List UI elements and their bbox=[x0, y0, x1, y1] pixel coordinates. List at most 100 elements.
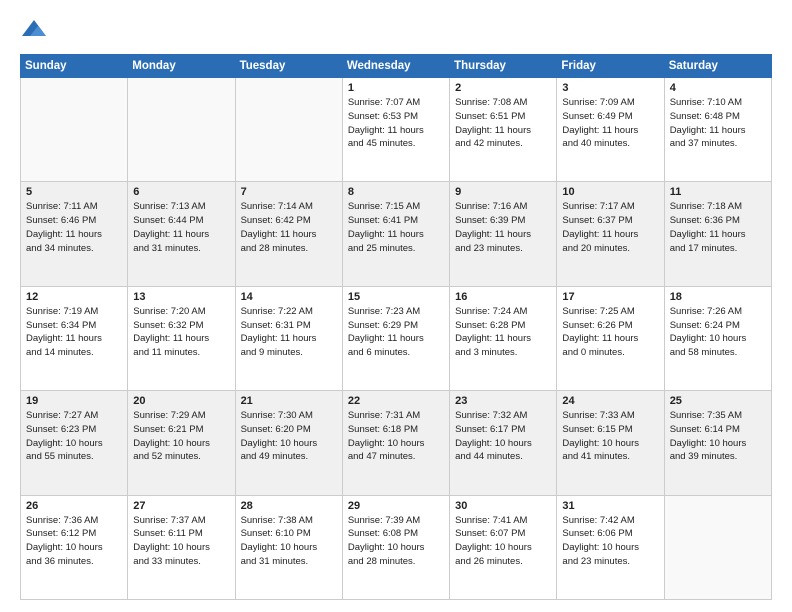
day-info: Sunrise: 7:13 AMSunset: 6:44 PMDaylight:… bbox=[133, 200, 229, 255]
calendar-day-header: Tuesday bbox=[235, 55, 342, 78]
day-info: Sunrise: 7:14 AMSunset: 6:42 PMDaylight:… bbox=[241, 200, 337, 255]
day-number: 23 bbox=[455, 395, 551, 407]
day-number: 20 bbox=[133, 395, 229, 407]
calendar-day-cell: 8Sunrise: 7:15 AMSunset: 6:41 PMDaylight… bbox=[342, 182, 449, 286]
day-number: 3 bbox=[562, 82, 658, 94]
day-number: 7 bbox=[241, 186, 337, 198]
day-number: 28 bbox=[241, 500, 337, 512]
calendar-day-header: Friday bbox=[557, 55, 664, 78]
calendar-day-cell: 10 Sunrise: 7:17 AMSunset: 6:37 PMDayligh… bbox=[557, 182, 664, 286]
calendar-day-cell: 9 Sunrise: 7:16 AMSunset: 6:39 PMDaylight… bbox=[450, 182, 557, 286]
calendar-day-cell: 4 Sunrise: 7:10 AMSunset: 6:48 PMDaylight… bbox=[664, 78, 771, 182]
day-number: 1 bbox=[348, 82, 444, 94]
calendar-day-cell: 7 Sunrise: 7:14 AMSunset: 6:42 PMDaylight… bbox=[235, 182, 342, 286]
calendar-day-cell bbox=[664, 495, 771, 599]
day-number: 29 bbox=[348, 500, 444, 512]
calendar-day-cell: 25Sunrise: 7:35 AMSunset: 6:14 PMDayligh… bbox=[664, 391, 771, 495]
day-number: 8 bbox=[348, 186, 444, 198]
day-info: Sunrise: 7:20 AMSunset: 6:32 PMDaylight:… bbox=[133, 305, 229, 360]
day-info: Sunrise: 7:17 AMSunset: 6:37 PMDaylight:… bbox=[562, 200, 658, 255]
calendar-day-cell: 24 Sunrise: 7:33 AMSunset: 6:15 PMDayligh… bbox=[557, 391, 664, 495]
calendar-day-header: Wednesday bbox=[342, 55, 449, 78]
day-number: 9 bbox=[455, 186, 551, 198]
calendar-day-cell: 29 Sunrise: 7:39 AMSunset: 6:08 PMDayligh… bbox=[342, 495, 449, 599]
calendar-week-row: 5 Sunrise: 7:11 AMSunset: 6:46 PMDaylight… bbox=[21, 182, 772, 286]
day-info: Sunrise: 7:24 AMSunset: 6:28 PMDaylight:… bbox=[455, 305, 551, 360]
calendar-table: SundayMondayTuesdayWednesdayThursdayFrid… bbox=[20, 54, 772, 600]
day-number: 17 bbox=[562, 291, 658, 303]
day-number: 30 bbox=[455, 500, 551, 512]
calendar-day-cell: 3 Sunrise: 7:09 AMSunset: 6:49 PMDaylight… bbox=[557, 78, 664, 182]
day-number: 19 bbox=[26, 395, 122, 407]
day-number: 31 bbox=[562, 500, 658, 512]
calendar-day-cell: 26 Sunrise: 7:36 AMSunset: 6:12 PMDayligh… bbox=[21, 495, 128, 599]
day-number: 4 bbox=[670, 82, 766, 94]
day-number: 22 bbox=[348, 395, 444, 407]
calendar-week-row: 12 Sunrise: 7:19 AMSunset: 6:34 PMDayligh… bbox=[21, 286, 772, 390]
calendar-day-cell: 23 Sunrise: 7:32 AMSunset: 6:17 PMDayligh… bbox=[450, 391, 557, 495]
day-number: 13 bbox=[133, 291, 229, 303]
calendar-day-cell: 14Sunrise: 7:22 AMSunset: 6:31 PMDayligh… bbox=[235, 286, 342, 390]
day-info: Sunrise: 7:08 AMSunset: 6:51 PMDaylight:… bbox=[455, 96, 551, 151]
calendar-day-header: Saturday bbox=[664, 55, 771, 78]
calendar-day-cell: 27Sunrise: 7:37 AMSunset: 6:11 PMDayligh… bbox=[128, 495, 235, 599]
calendar-day-cell: 31 Sunrise: 7:42 AMSunset: 6:06 PMDayligh… bbox=[557, 495, 664, 599]
calendar-week-row: 1 Sunrise: 7:07 AMSunset: 6:53 PMDaylight… bbox=[21, 78, 772, 182]
calendar-day-cell: 18 Sunrise: 7:26 AMSunset: 6:24 PMDayligh… bbox=[664, 286, 771, 390]
calendar-day-cell: 21Sunrise: 7:30 AMSunset: 6:20 PMDayligh… bbox=[235, 391, 342, 495]
day-number: 5 bbox=[26, 186, 122, 198]
calendar-day-cell bbox=[21, 78, 128, 182]
calendar-week-row: 26 Sunrise: 7:36 AMSunset: 6:12 PMDayligh… bbox=[21, 495, 772, 599]
day-number: 27 bbox=[133, 500, 229, 512]
day-info: Sunrise: 7:42 AMSunset: 6:06 PMDaylight:… bbox=[562, 514, 658, 569]
day-info: Sunrise: 7:16 AMSunset: 6:39 PMDaylight:… bbox=[455, 200, 551, 255]
day-info: Sunrise: 7:26 AMSunset: 6:24 PMDaylight:… bbox=[670, 305, 766, 360]
day-info: Sunrise: 7:23 AMSunset: 6:29 PMDaylight:… bbox=[348, 305, 444, 360]
day-info: Sunrise: 7:31 AMSunset: 6:18 PMDaylight:… bbox=[348, 409, 444, 464]
calendar-day-cell bbox=[128, 78, 235, 182]
day-number: 21 bbox=[241, 395, 337, 407]
day-info: Sunrise: 7:35 AMSunset: 6:14 PMDaylight:… bbox=[670, 409, 766, 464]
calendar-day-cell: 15 Sunrise: 7:23 AMSunset: 6:29 PMDayligh… bbox=[342, 286, 449, 390]
calendar-day-cell: 17 Sunrise: 7:25 AMSunset: 6:26 PMDayligh… bbox=[557, 286, 664, 390]
calendar-week-row: 19 Sunrise: 7:27 AMSunset: 6:23 PMDayligh… bbox=[21, 391, 772, 495]
day-info: Sunrise: 7:33 AMSunset: 6:15 PMDaylight:… bbox=[562, 409, 658, 464]
day-info: Sunrise: 7:36 AMSunset: 6:12 PMDaylight:… bbox=[26, 514, 122, 569]
calendar-day-header: Thursday bbox=[450, 55, 557, 78]
day-number: 2 bbox=[455, 82, 551, 94]
calendar-page: SundayMondayTuesdayWednesdayThursdayFrid… bbox=[0, 0, 792, 612]
header bbox=[20, 16, 772, 44]
day-info: Sunrise: 7:07 AMSunset: 6:53 PMDaylight:… bbox=[348, 96, 444, 151]
day-info: Sunrise: 7:18 AMSunset: 6:36 PMDaylight:… bbox=[670, 200, 766, 255]
calendar-day-cell: 19 Sunrise: 7:27 AMSunset: 6:23 PMDayligh… bbox=[21, 391, 128, 495]
calendar-day-header: Monday bbox=[128, 55, 235, 78]
day-info: Sunrise: 7:10 AMSunset: 6:48 PMDaylight:… bbox=[670, 96, 766, 151]
logo-icon bbox=[20, 16, 48, 44]
day-number: 14 bbox=[241, 291, 337, 303]
day-info: Sunrise: 7:29 AMSunset: 6:21 PMDaylight:… bbox=[133, 409, 229, 464]
day-number: 16 bbox=[455, 291, 551, 303]
calendar-day-cell: 2 Sunrise: 7:08 AMSunset: 6:51 PMDaylight… bbox=[450, 78, 557, 182]
day-info: Sunrise: 7:27 AMSunset: 6:23 PMDaylight:… bbox=[26, 409, 122, 464]
calendar-header-row: SundayMondayTuesdayWednesdayThursdayFrid… bbox=[21, 55, 772, 78]
day-info: Sunrise: 7:25 AMSunset: 6:26 PMDaylight:… bbox=[562, 305, 658, 360]
calendar-day-cell: 28 Sunrise: 7:38 AMSunset: 6:10 PMDayligh… bbox=[235, 495, 342, 599]
day-number: 18 bbox=[670, 291, 766, 303]
day-number: 10 bbox=[562, 186, 658, 198]
day-info: Sunrise: 7:19 AMSunset: 6:34 PMDaylight:… bbox=[26, 305, 122, 360]
day-info: Sunrise: 7:09 AMSunset: 6:49 PMDaylight:… bbox=[562, 96, 658, 151]
day-info: Sunrise: 7:38 AMSunset: 6:10 PMDaylight:… bbox=[241, 514, 337, 569]
logo bbox=[20, 16, 52, 44]
day-info: Sunrise: 7:39 AMSunset: 6:08 PMDaylight:… bbox=[348, 514, 444, 569]
calendar-day-cell: 22 Sunrise: 7:31 AMSunset: 6:18 PMDayligh… bbox=[342, 391, 449, 495]
day-number: 6 bbox=[133, 186, 229, 198]
calendar-day-cell: 5 Sunrise: 7:11 AMSunset: 6:46 PMDaylight… bbox=[21, 182, 128, 286]
day-info: Sunrise: 7:41 AMSunset: 6:07 PMDaylight:… bbox=[455, 514, 551, 569]
calendar-day-cell: 11Sunrise: 7:18 AMSunset: 6:36 PMDayligh… bbox=[664, 182, 771, 286]
day-number: 26 bbox=[26, 500, 122, 512]
day-number: 15 bbox=[348, 291, 444, 303]
day-info: Sunrise: 7:32 AMSunset: 6:17 PMDaylight:… bbox=[455, 409, 551, 464]
day-info: Sunrise: 7:11 AMSunset: 6:46 PMDaylight:… bbox=[26, 200, 122, 255]
day-number: 24 bbox=[562, 395, 658, 407]
day-number: 12 bbox=[26, 291, 122, 303]
